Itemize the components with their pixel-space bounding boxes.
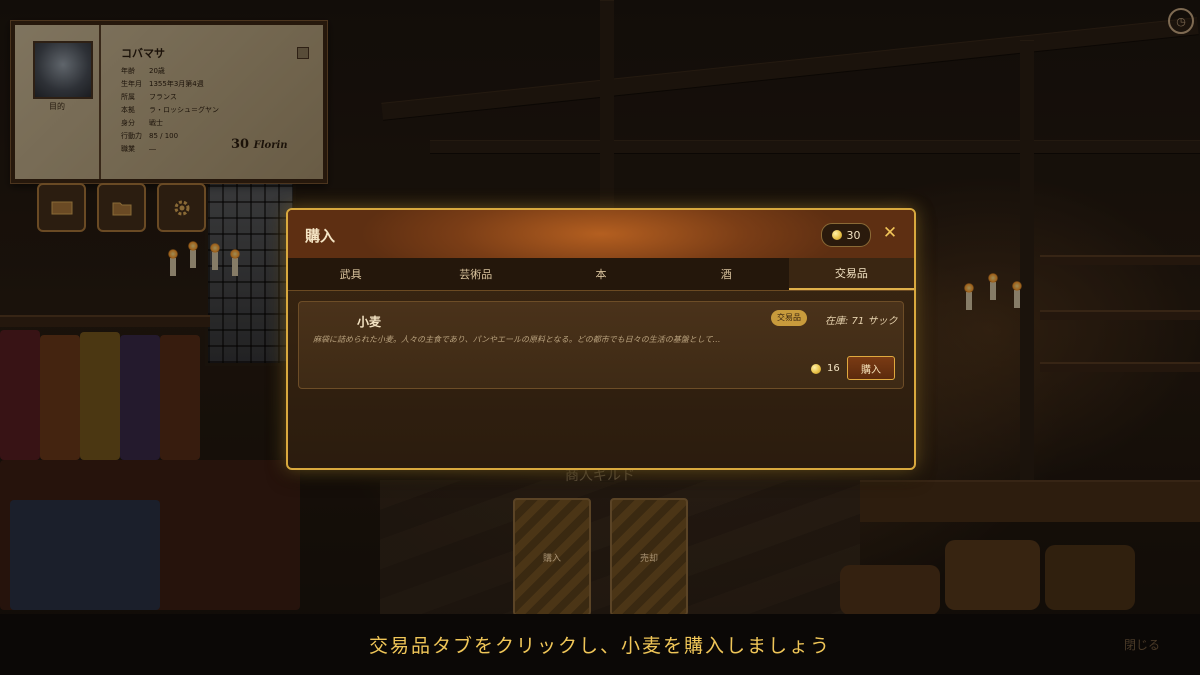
item-stock: 在庫: 71 サック [825,316,898,327]
character-name: コバマサ [121,47,165,60]
portrait-label: 目的 [49,102,65,111]
info-row: 本拠 ラ・ロッシュ＝グヤン [121,106,219,114]
item-category-badge: 交易品 [771,310,807,326]
character-card: 目的 コバマサ 年齢 20歳 生年月 1355年3月第4週 所属 フランス 本拠 ラ・ロ… [11,21,327,183]
guild-buy-card[interactable]: 購入 [513,498,591,616]
item-price: 16 [811,363,840,374]
close-button[interactable]: 閉じる [1124,636,1160,653]
folder-icon [112,202,131,215]
instruction-text: 交易品タブをクリックし、小麦を購入しましょう [368,635,831,657]
money-display: 30 Florin [231,137,288,152]
info-row: 身分 戦士 [121,119,163,127]
guild-sell-card[interactable]: 売却 [610,498,688,616]
tab-weapons[interactable]: 武具 [288,258,413,290]
gear-icon [174,200,189,215]
info-row: 年齢 20歳 [121,67,165,75]
item-description: 麻袋に詰められた小麦。人々の主食であり、パンやエールの原料となる。どの都市でも日… [313,335,721,344]
card-close-icon[interactable] [297,47,309,59]
info-row: 行動力 85 / 100 [121,132,179,140]
info-row: 生年月 1355年3月第4週 [121,80,204,88]
purchase-modal: 購入 30 ✕ 武具 芸術品 本 酒 交易品 小麦 交易品 在庫: 71 サック… [286,208,916,470]
tab-liquor[interactable]: 酒 [664,258,789,290]
info-row: 職業 ― [121,145,156,153]
instruction-bar: 交易品タブをクリックし、小麦を購入しましょう [0,614,1200,675]
folder-button[interactable] [97,183,146,232]
buy-button[interactable]: 購入 [847,356,895,380]
close-icon[interactable]: ✕ [880,222,900,244]
info-row: 所属 フランス [121,93,177,101]
modal-header: 購入 30 ✕ [288,210,914,259]
map-button[interactable] [37,183,86,232]
portrait-column: 目的 [15,25,101,179]
item-price-value: 16 [827,363,840,374]
coin-balance-value: 30 [846,228,861,242]
list-item: 小麦 交易品 在庫: 71 サック 麻袋に詰められた小麦。人々の主食であり、パン… [298,301,904,389]
category-tabs: 武具 芸術品 本 酒 交易品 [288,258,914,291]
settings-button[interactable] [157,183,206,232]
item-name: 小麦 [357,315,382,329]
character-portrait [33,41,93,99]
tab-art[interactable]: 芸術品 [413,258,538,290]
clock-icon[interactable]: ◷ [1168,8,1194,34]
tab-trade-goods[interactable]: 交易品 [788,258,914,290]
tab-books[interactable]: 本 [538,258,663,290]
modal-title: 購入 [305,227,336,245]
coin-balance: 30 [821,223,871,247]
coin-icon [831,230,842,240]
coin-icon [811,363,821,374]
map-icon [51,201,72,214]
